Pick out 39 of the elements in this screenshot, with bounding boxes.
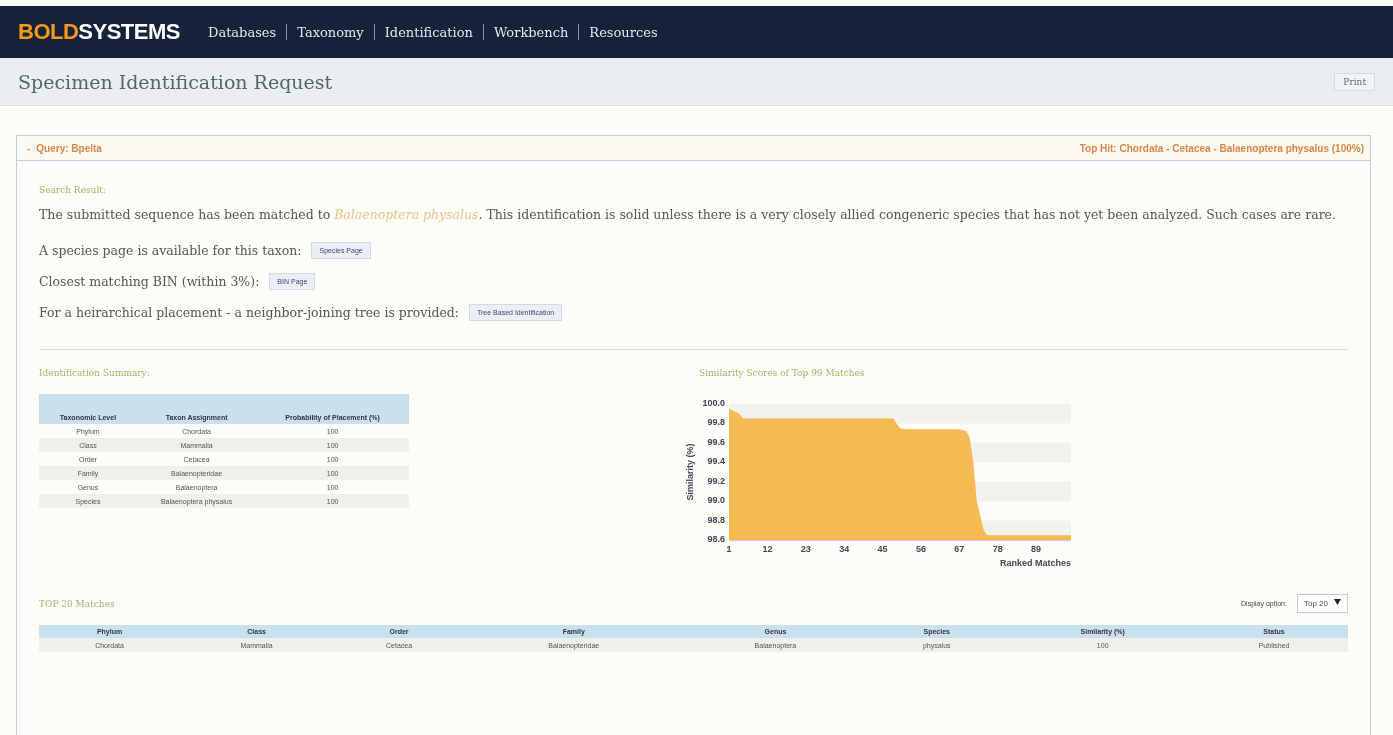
axis-tick-label: 99.4 [707,456,725,467]
nav-item[interactable]: Taxonomy [287,24,374,40]
print-button[interactable]: Print [1334,72,1375,91]
nav-item[interactable]: Identification [374,24,483,40]
axis-tick-label: 99.8 [707,417,725,428]
page-title: Specimen Identification Request [18,70,333,93]
axis-tick-label: 99.2 [707,475,725,486]
axis-tick-label: 98.6 [707,534,725,544]
axis-title: Similarity (%) [685,443,695,501]
link-prompt: A species page is available for this taxon: [39,243,302,258]
axis-tick-label: 89 [1031,544,1042,554]
nav-item[interactable]: Databases [197,24,287,40]
axis-tick-label: 1 [726,544,732,554]
section-heading: Similarity Scores of Top 99 Matches [699,368,866,378]
section-heading: TOP 20 Matches [39,598,115,609]
caret-icon [1334,599,1341,605]
logo[interactable]: BOLDSYSTEMS [18,19,180,45]
display-dropdown[interactable]: Top 20 [1296,594,1348,613]
axis-tick-label: 98.8 [707,514,725,525]
axis-tick-label: 99.0 [707,495,725,506]
axis-tick-label: 78 [992,544,1003,554]
section-heading: Search Result: [39,185,107,195]
link-prompt: For a heirarchical placement - a neighbor-joining tree is provided: [39,305,459,320]
axis-tick-label: 23 [800,544,811,554]
axis-title: Ranked Matches [999,558,1071,568]
axis-tick-label: 99.6 [707,436,725,447]
nav-item[interactable]: Resources [579,24,668,40]
axis-tick-label: 34 [839,544,850,554]
query-label: Query: Bpelta [36,142,102,154]
axis-tick-label: 56 [915,544,926,554]
top-hit-label: Top Hit: Chordata - Cetacea - Balaenoptera physalus (100%) [1079,142,1364,154]
link-prompt: Closest matching BIN (within 3%): [39,274,260,289]
nav-item[interactable]: Workbench [483,24,579,40]
axis-tick-label: 12 [762,544,773,554]
axis-tick-label: 45 [877,544,888,554]
result-text: The submitted sequence has been matched to Balaenoptera physalus. This identification is solid unless there is a very closely allied congeneric species that has not yet been analyzed. Such cases are rare. [39,206,1337,224]
axis-tick-label: 67 [954,544,965,554]
axis-tick-label: 100.0 [702,398,725,408]
section-heading: Identification Summary: [39,368,151,378]
